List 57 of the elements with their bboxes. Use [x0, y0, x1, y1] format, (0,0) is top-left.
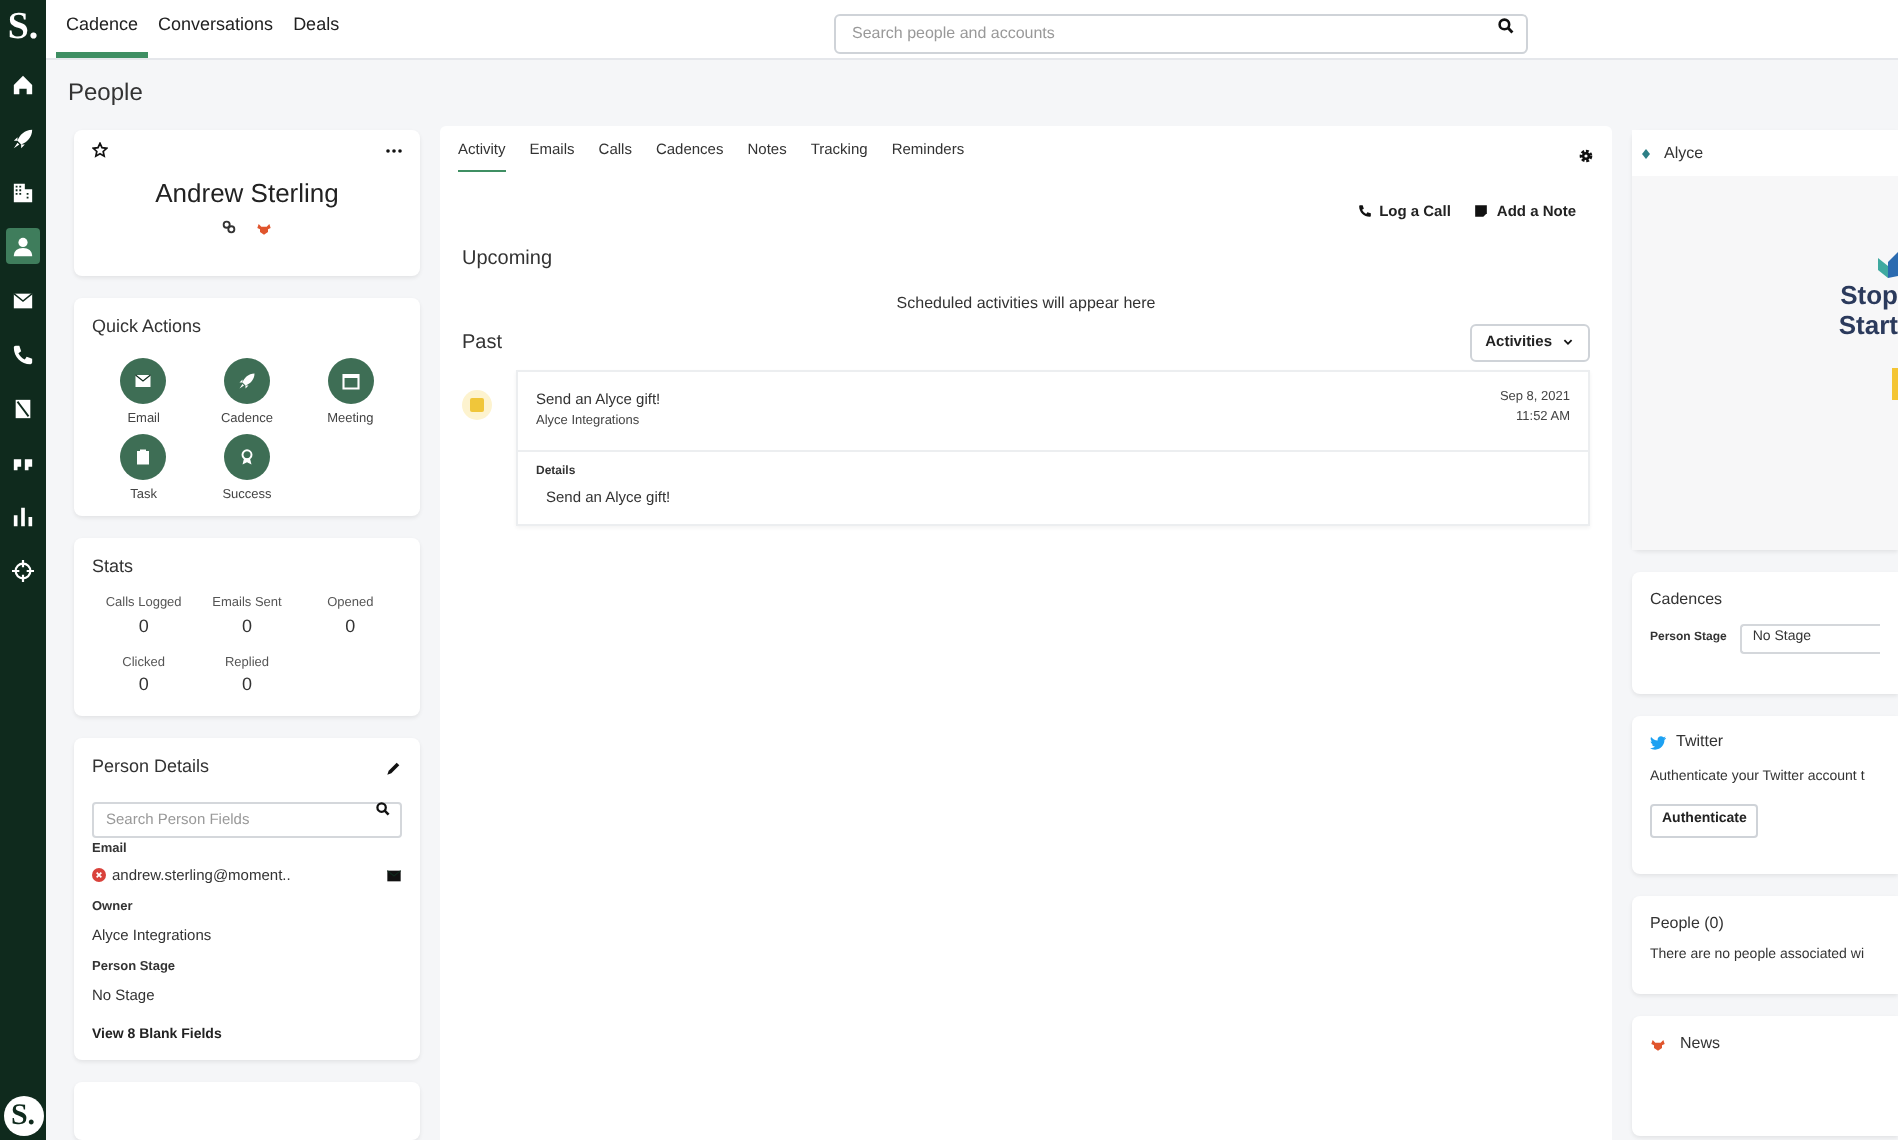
link-icon [222, 219, 236, 233]
chevron-down-icon [1562, 336, 1574, 348]
card-title: People (0) [1650, 912, 1726, 936]
stat-value: 0 [345, 614, 356, 641]
stat-value: 0 [241, 672, 252, 699]
phone-icon [1357, 204, 1372, 219]
note-icon [1474, 204, 1489, 219]
clipboard-icon [134, 447, 153, 466]
settings-icon [1578, 147, 1594, 164]
rocket-icon [237, 372, 256, 391]
edit-icon [386, 759, 402, 776]
empty-message: Scheduled activities will appear here [896, 293, 1156, 311]
logo: S. [7, 4, 39, 52]
stat-value: 0 [138, 614, 149, 641]
building-icon [12, 181, 34, 203]
nav-tab[interactable]: Conversations [148, 0, 284, 58]
bird-icon [1650, 735, 1666, 749]
more-icon [386, 147, 402, 153]
person-icon [12, 235, 34, 257]
leaf-logo-icon [1874, 252, 1898, 280]
phone-icon [12, 343, 34, 365]
section-title: Upcoming [460, 245, 553, 273]
nav-tab[interactable]: Cadence [56, 0, 149, 58]
star-icon [92, 142, 108, 158]
stat-value: 0 [241, 614, 252, 641]
mail-icon [12, 289, 34, 311]
leaf-icon [1640, 147, 1652, 159]
crosshair-icon [12, 559, 34, 581]
stat-value: 0 [138, 672, 149, 699]
home-icon [12, 73, 34, 95]
search-field[interactable]: Search people and accounts [834, 13, 1528, 53]
card-title: Stats [92, 553, 136, 580]
card-title: Cadences [1650, 588, 1725, 612]
bar-chart-icon [12, 505, 34, 527]
note-icon [462, 389, 492, 419]
search-icon [376, 802, 390, 817]
award-icon [237, 447, 256, 466]
person-name: Andrew Sterling [153, 176, 341, 212]
nav-tab[interactable]: Deals [283, 0, 350, 58]
card-title: Quick Actions [92, 313, 204, 340]
card-title: News [1680, 1032, 1721, 1056]
calendar-icon [341, 372, 360, 391]
headline: Start [1838, 310, 1898, 340]
logo: S. [3, 1096, 43, 1136]
rocket-icon [12, 127, 34, 149]
search-icon [1498, 18, 1514, 34]
headline: Stop [1840, 280, 1898, 310]
mail-icon [386, 867, 402, 884]
card-title: Person Details [92, 753, 210, 780]
mail-icon [134, 372, 153, 391]
error-icon [92, 868, 106, 883]
page-title: People [66, 76, 145, 110]
section-title: Past [462, 329, 503, 357]
card-title: Twitter [1676, 730, 1724, 754]
button-edge [1892, 368, 1898, 400]
card-title: Alyce [1664, 141, 1704, 165]
document-icon [12, 397, 34, 419]
